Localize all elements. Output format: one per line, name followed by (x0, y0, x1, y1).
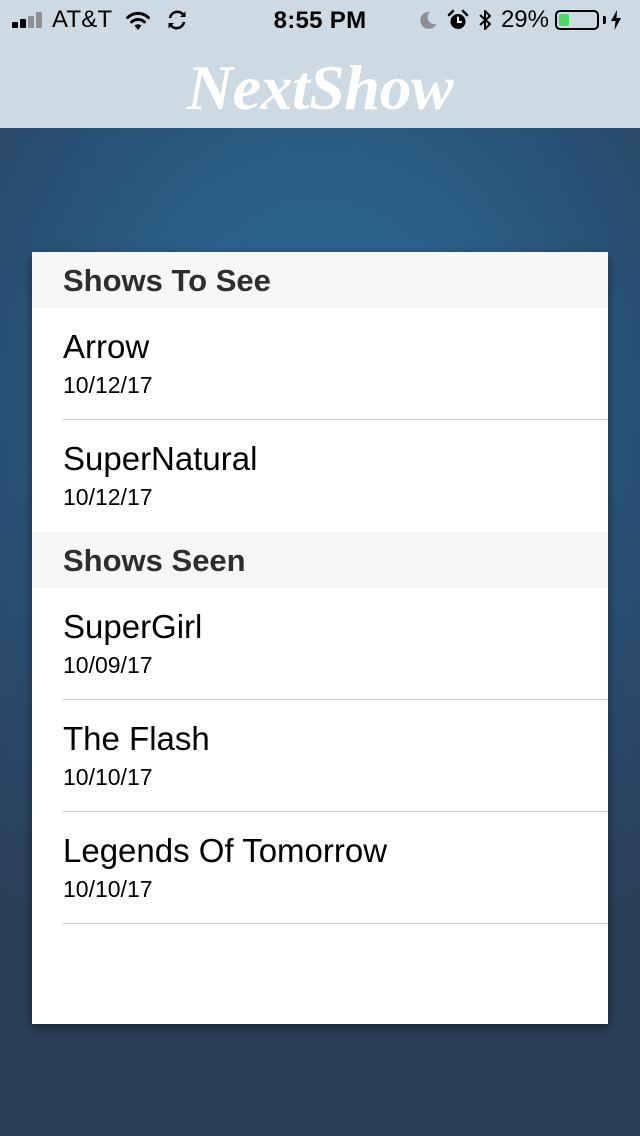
section-header-shows-seen: Shows Seen (32, 532, 608, 588)
battery-level-fill (559, 14, 569, 26)
battery-icon (555, 10, 599, 30)
status-bar-right: 29% (418, 6, 630, 33)
show-name: SuperNatural (63, 440, 258, 477)
show-date: 10/10/17 (63, 876, 153, 902)
alarm-icon (447, 9, 469, 31)
show-date: 10/12/17 (63, 372, 153, 398)
shows-table: Shows To See Arrow 10/12/17 SuperNatural… (32, 252, 608, 1024)
status-bar: AT&T 8:55 PM 29% (0, 0, 640, 40)
show-date: 10/10/17 (63, 764, 153, 790)
show-name: Legends Of Tomorrow (63, 832, 388, 869)
battery-percent: 29% (500, 6, 549, 33)
list-item[interactable]: SuperGirl 10/09/17 (32, 588, 608, 700)
charging-bolt-icon (611, 10, 621, 30)
app-title: NextShow (186, 52, 454, 123)
moon-icon (418, 10, 438, 30)
list-item[interactable]: Legends Of Tomorrow 10/10/17 (32, 812, 608, 924)
list-item[interactable]: SuperNatural 10/12/17 (32, 420, 608, 532)
show-date: 10/12/17 (63, 484, 153, 510)
show-date: 10/09/17 (63, 652, 153, 678)
row-separator (63, 923, 608, 924)
bluetooth-icon (478, 8, 492, 32)
navigation-bar: AT&T 8:55 PM 29% NextShow (0, 0, 640, 128)
list-item[interactable]: The Flash 10/10/17 (32, 700, 608, 812)
show-name: Arrow (63, 328, 150, 365)
show-name: SuperGirl (63, 608, 203, 645)
battery-tip (603, 16, 606, 24)
list-item[interactable]: Arrow 10/12/17 (32, 308, 608, 420)
show-name: The Flash (63, 720, 210, 757)
section-header-shows-to-see: Shows To See (32, 252, 608, 308)
